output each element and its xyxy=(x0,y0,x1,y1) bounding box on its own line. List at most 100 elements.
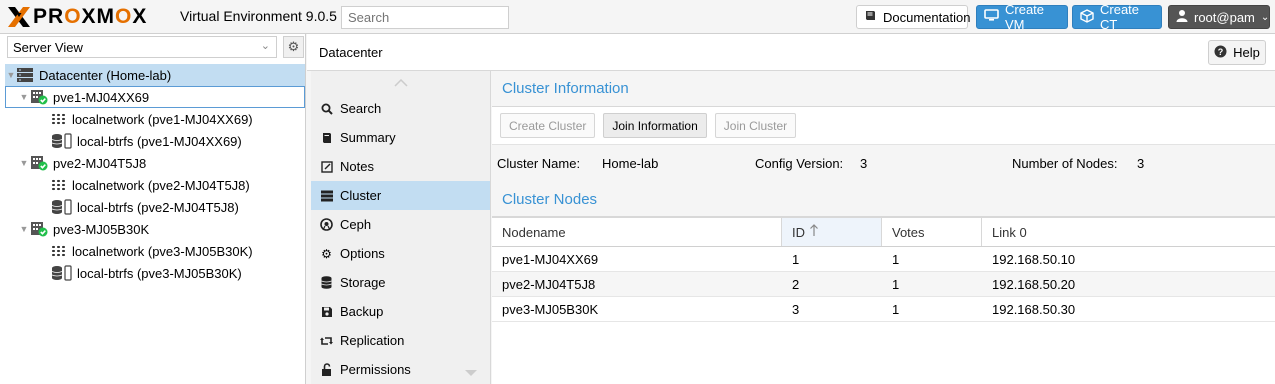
search-input[interactable] xyxy=(341,6,509,29)
column-header-id[interactable]: ID xyxy=(782,218,882,246)
join-cluster-button[interactable]: Join Cluster xyxy=(714,113,797,138)
tree-settings-button[interactable]: ⚙ xyxy=(283,36,304,58)
tree-item-network[interactable]: localnetwork (pve2-MJ04T5J8) xyxy=(5,174,305,196)
create-ct-label: Create CT xyxy=(1100,2,1140,32)
tree-item-node[interactable]: ▼ pve2-MJ04T5J8 xyxy=(5,152,305,174)
tree-item-label: Datacenter (Home-lab) xyxy=(39,67,172,83)
tree-item-datacenter[interactable]: ▼ Datacenter (Home-lab) xyxy=(5,64,305,86)
ceph-icon xyxy=(320,218,333,231)
table-row[interactable]: pve3-MJ05B30K 3 1 192.168.50.30 xyxy=(492,297,1275,322)
tree-item-node[interactable]: ▼ pve1-MJ04XX69 xyxy=(5,86,305,108)
column-header-link0[interactable]: Link 0 xyxy=(982,218,1275,246)
nav-item-cluster[interactable]: Cluster xyxy=(311,181,490,210)
nav-item-label: Backup xyxy=(340,304,384,319)
number-of-nodes-label: Number of Nodes: xyxy=(1012,156,1118,171)
retweet-icon xyxy=(320,335,333,347)
proxmox-logo[interactable]: PROXMOX xyxy=(6,5,147,29)
cluster-toolbar: Create Cluster Join Information Join Clu… xyxy=(492,107,1275,145)
nav-item-label: Options xyxy=(340,246,385,261)
resource-tree-panel: Server View ⌄ ⚙ ▼ Datacenter (Home-lab) … xyxy=(0,34,306,384)
scroll-down-icon[interactable] xyxy=(465,365,477,380)
tree-item-storage[interactable]: local-btrfs (pve3-MJ05B30K) xyxy=(5,262,305,284)
storage-icon xyxy=(51,199,73,215)
floppy-icon xyxy=(320,306,333,318)
nav-item-permissions[interactable]: Permissions xyxy=(311,355,490,384)
user-menu-button[interactable]: root@pam ⌄ xyxy=(1168,5,1270,29)
nav-item-search[interactable]: Search xyxy=(311,94,490,123)
tree-item-network[interactable]: localnetwork (pve1-MJ04XX69) xyxy=(5,108,305,130)
nav-item-summary[interactable]: Summary xyxy=(311,123,490,152)
view-selector-value: Server View xyxy=(13,40,83,55)
cell-votes: 1 xyxy=(892,251,900,267)
cell-nodename: pve1-MJ04XX69 xyxy=(502,251,599,267)
cluster-name-value: Home-lab xyxy=(602,156,659,171)
table-row[interactable]: pve2-MJ04T5J8 2 1 192.168.50.20 xyxy=(492,272,1275,297)
notes-icon xyxy=(320,160,333,173)
tree-item-storage[interactable]: local-btrfs (pve2-MJ04T5J8) xyxy=(5,196,305,218)
nav-item-ceph[interactable]: Ceph xyxy=(311,210,490,239)
cluster-information-header: Cluster Information xyxy=(492,71,1275,107)
nav-item-options[interactable]: ⚙ Options xyxy=(311,239,490,268)
number-of-nodes-value: 3 xyxy=(1137,156,1145,171)
column-header-label: ID xyxy=(792,224,805,240)
top-bar: PROXMOX Virtual Environment 9.0.5 Docume… xyxy=(0,0,1275,34)
content-header: Datacenter ? Help xyxy=(307,34,1275,71)
nav-item-notes[interactable]: Notes xyxy=(311,152,490,181)
help-label: Help xyxy=(1233,45,1260,60)
collapse-icon[interactable]: ▼ xyxy=(5,70,17,80)
server-icon xyxy=(320,190,333,202)
question-icon: ? xyxy=(1214,45,1227,61)
resource-tree: ▼ Datacenter (Home-lab) ▼ pve1-MJ04XX69 … xyxy=(5,64,305,284)
column-header-label: Link 0 xyxy=(992,224,1027,240)
unlock-icon xyxy=(320,363,333,376)
network-grid-icon xyxy=(51,113,65,125)
cell-id: 1 xyxy=(792,251,800,267)
table-row[interactable]: pve1-MJ04XX69 1 1 192.168.50.10 xyxy=(492,247,1275,272)
column-header-votes[interactable]: Votes xyxy=(882,218,982,246)
help-button[interactable]: ? Help xyxy=(1208,40,1266,65)
tree-item-node[interactable]: ▼ pve3-MJ05B30K xyxy=(5,218,305,240)
proxmox-x-icon xyxy=(6,5,32,29)
nav-item-label: Notes xyxy=(340,159,374,174)
chevron-down-icon: ⌄ xyxy=(1260,11,1270,23)
column-header-label: Nodename xyxy=(502,224,566,240)
tree-item-label: pve3-MJ05B30K xyxy=(53,221,150,237)
sort-ascending-icon xyxy=(809,224,819,240)
cluster-nodes-header: Cluster Nodes xyxy=(492,182,1275,217)
cell-id: 3 xyxy=(792,301,800,317)
tree-item-label: local-btrfs (pve3-MJ05B30K) xyxy=(77,265,242,281)
search-icon xyxy=(320,103,333,115)
datacenter-nav-menu: Search Summary Notes Cluster Ceph ⚙ Opti… xyxy=(311,71,491,384)
nav-item-label: Summary xyxy=(340,130,396,145)
column-header-label: Votes xyxy=(892,224,925,240)
svg-text:?: ? xyxy=(1218,47,1224,57)
create-vm-button[interactable]: Create VM xyxy=(976,2,1068,32)
cell-id: 2 xyxy=(792,276,800,292)
tree-item-label: localnetwork (pve1-MJ04XX69) xyxy=(72,111,253,127)
config-version-label: Config Version: xyxy=(755,156,844,171)
network-grid-icon xyxy=(51,179,65,191)
nav-item-backup[interactable]: Backup xyxy=(311,297,490,326)
node-online-icon xyxy=(30,155,48,171)
collapse-icon[interactable]: ▼ xyxy=(18,92,30,102)
join-information-button[interactable]: Join Information xyxy=(603,113,707,138)
proxmox-logo-text: PROXMOX xyxy=(33,5,148,28)
network-grid-icon xyxy=(51,245,65,257)
collapse-icon[interactable]: ▼ xyxy=(18,224,30,234)
nav-item-label: Ceph xyxy=(340,217,372,232)
create-ct-button[interactable]: Create CT xyxy=(1072,2,1162,32)
documentation-button[interactable]: Documentation xyxy=(856,5,970,29)
nav-item-replication[interactable]: Replication xyxy=(311,326,490,355)
cluster-name-label: Cluster Name: xyxy=(497,156,581,171)
desktop-icon xyxy=(984,9,999,25)
scroll-up-icon[interactable] xyxy=(311,71,490,94)
tree-item-network[interactable]: localnetwork (pve3-MJ05B30K) xyxy=(5,240,305,262)
create-cluster-button[interactable]: Create Cluster xyxy=(500,113,596,138)
collapse-icon[interactable]: ▼ xyxy=(18,158,30,168)
nav-item-storage[interactable]: Storage xyxy=(311,268,490,297)
view-selector[interactable]: Server View ⌄ xyxy=(7,36,277,58)
tree-item-storage[interactable]: local-btrfs (pve1-MJ04XX69) xyxy=(5,130,305,152)
gear-icon: ⚙ xyxy=(287,39,300,54)
column-header-nodename[interactable]: Nodename xyxy=(492,218,782,246)
cell-link0: 192.168.50.10 xyxy=(992,251,1076,267)
